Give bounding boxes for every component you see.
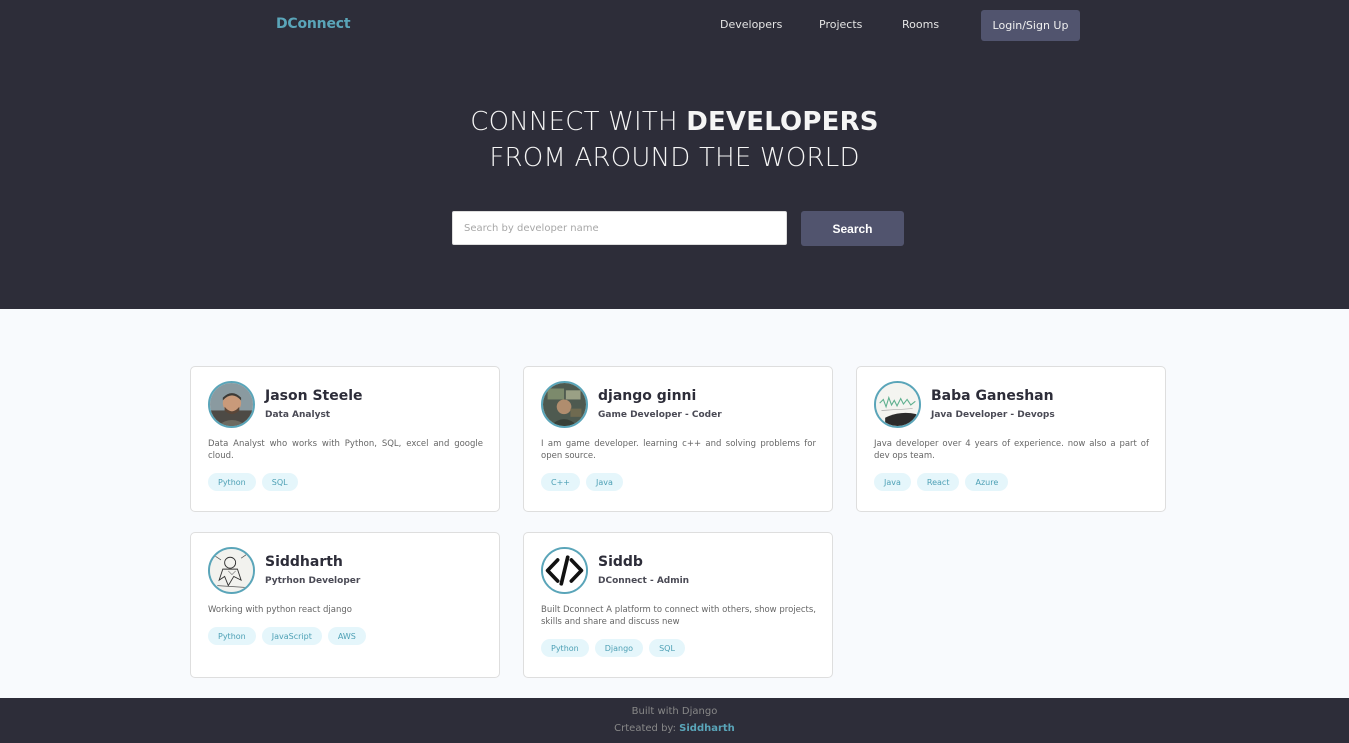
- footer: Built with Django Crteated by: Siddharth: [0, 698, 1349, 743]
- hero-section: DConnect Developers Projects Rooms Login…: [0, 0, 1349, 309]
- skill-tags: Python JavaScript AWS: [208, 627, 366, 645]
- developer-role: DConnect - Admin: [598, 576, 690, 586]
- skill-tag: React: [916, 473, 960, 491]
- skill-tag: Java: [586, 473, 623, 491]
- hero-title-prefix: CONNECT WITH: [470, 107, 687, 137]
- developer-name[interactable]: Baba Ganeshan: [931, 388, 1054, 404]
- developer-card[interactable]: Baba Ganeshan Java Developer - Devops Ja…: [856, 366, 1166, 512]
- developer-name[interactable]: django ginni: [598, 388, 696, 404]
- sketch-photo-icon[interactable]: [874, 381, 921, 428]
- developer-bio: Working with python react django: [208, 605, 352, 615]
- skill-tags: Python SQL: [208, 473, 298, 491]
- search-input[interactable]: [452, 211, 787, 245]
- skill-tag: SQL: [649, 639, 685, 657]
- skill-tag: Python: [208, 473, 256, 491]
- code-icon[interactable]: [541, 547, 588, 594]
- developer-role: Java Developer - Devops: [931, 410, 1055, 420]
- top-nav: DConnect Developers Projects Rooms Login…: [0, 0, 1349, 50]
- developer-role: Game Developer - Coder: [598, 410, 722, 420]
- drawing-photo-icon[interactable]: [208, 547, 255, 594]
- logo[interactable]: DConnect: [276, 16, 351, 32]
- skill-tag: Python: [541, 639, 589, 657]
- gaming-photo-icon[interactable]: [541, 381, 588, 428]
- developer-name[interactable]: Siddb: [598, 554, 643, 570]
- skill-tag: AWS: [327, 627, 366, 645]
- skill-tag: C++: [541, 473, 580, 491]
- developer-role: Data Analyst: [265, 410, 331, 420]
- nav-link-developers[interactable]: Developers: [720, 18, 782, 31]
- skill-tag: Java: [874, 473, 911, 491]
- skill-tag: Django: [594, 639, 644, 657]
- hero-title-line2: FROM AROUND THE WORLD: [489, 143, 860, 173]
- person-photo-icon[interactable]: [208, 381, 255, 428]
- skill-tag: SQL: [261, 473, 298, 491]
- skill-tags: Java React Azure: [874, 473, 1009, 491]
- skill-tags: Python Django SQL: [541, 639, 685, 657]
- skill-tag: Azure: [965, 473, 1009, 491]
- footer-credit: Crteated by: Siddharth: [0, 723, 1349, 734]
- search-button[interactable]: Search: [801, 211, 904, 246]
- hero-title: CONNECT WITH DEVELOPERS FROM AROUND THE …: [0, 104, 1349, 176]
- developer-card[interactable]: Siddb DConnect - Admin Built Dconnect A …: [523, 532, 833, 678]
- developer-bio: Java developer over 4 years of experienc…: [874, 439, 1149, 461]
- hero-title-bold: DEVELOPERS: [686, 107, 879, 137]
- footer-built-with: Built with Django: [631, 706, 718, 717]
- developer-role: Pytrhon Developer: [265, 576, 361, 586]
- developer-bio: Built Dconnect A platform to connect wit…: [541, 605, 816, 627]
- footer-author-link[interactable]: Siddharth: [679, 723, 735, 734]
- developer-bio: Data Analyst who works with Python, SQL,…: [208, 439, 483, 461]
- skill-tags: C++ Java: [541, 473, 623, 491]
- developer-bio: I am game developer. learning c++ and so…: [541, 439, 816, 461]
- developer-name[interactable]: Siddharth: [265, 554, 343, 570]
- footer-credit-label: Crteated by:: [614, 723, 680, 734]
- developer-name[interactable]: Jason Steele: [265, 388, 363, 404]
- nav-link-projects[interactable]: Projects: [819, 18, 862, 31]
- nav-link-rooms[interactable]: Rooms: [902, 18, 939, 31]
- developer-card[interactable]: django ginni Game Developer - Coder I am…: [523, 366, 833, 512]
- skill-tag: JavaScript: [261, 627, 322, 645]
- developer-card[interactable]: Siddharth Pytrhon Developer Working with…: [190, 532, 500, 678]
- login-signup-button[interactable]: Login/Sign Up: [981, 10, 1080, 41]
- developer-card[interactable]: Jason Steele Data Analyst Data Analyst w…: [190, 366, 500, 512]
- skill-tag: Python: [208, 627, 256, 645]
